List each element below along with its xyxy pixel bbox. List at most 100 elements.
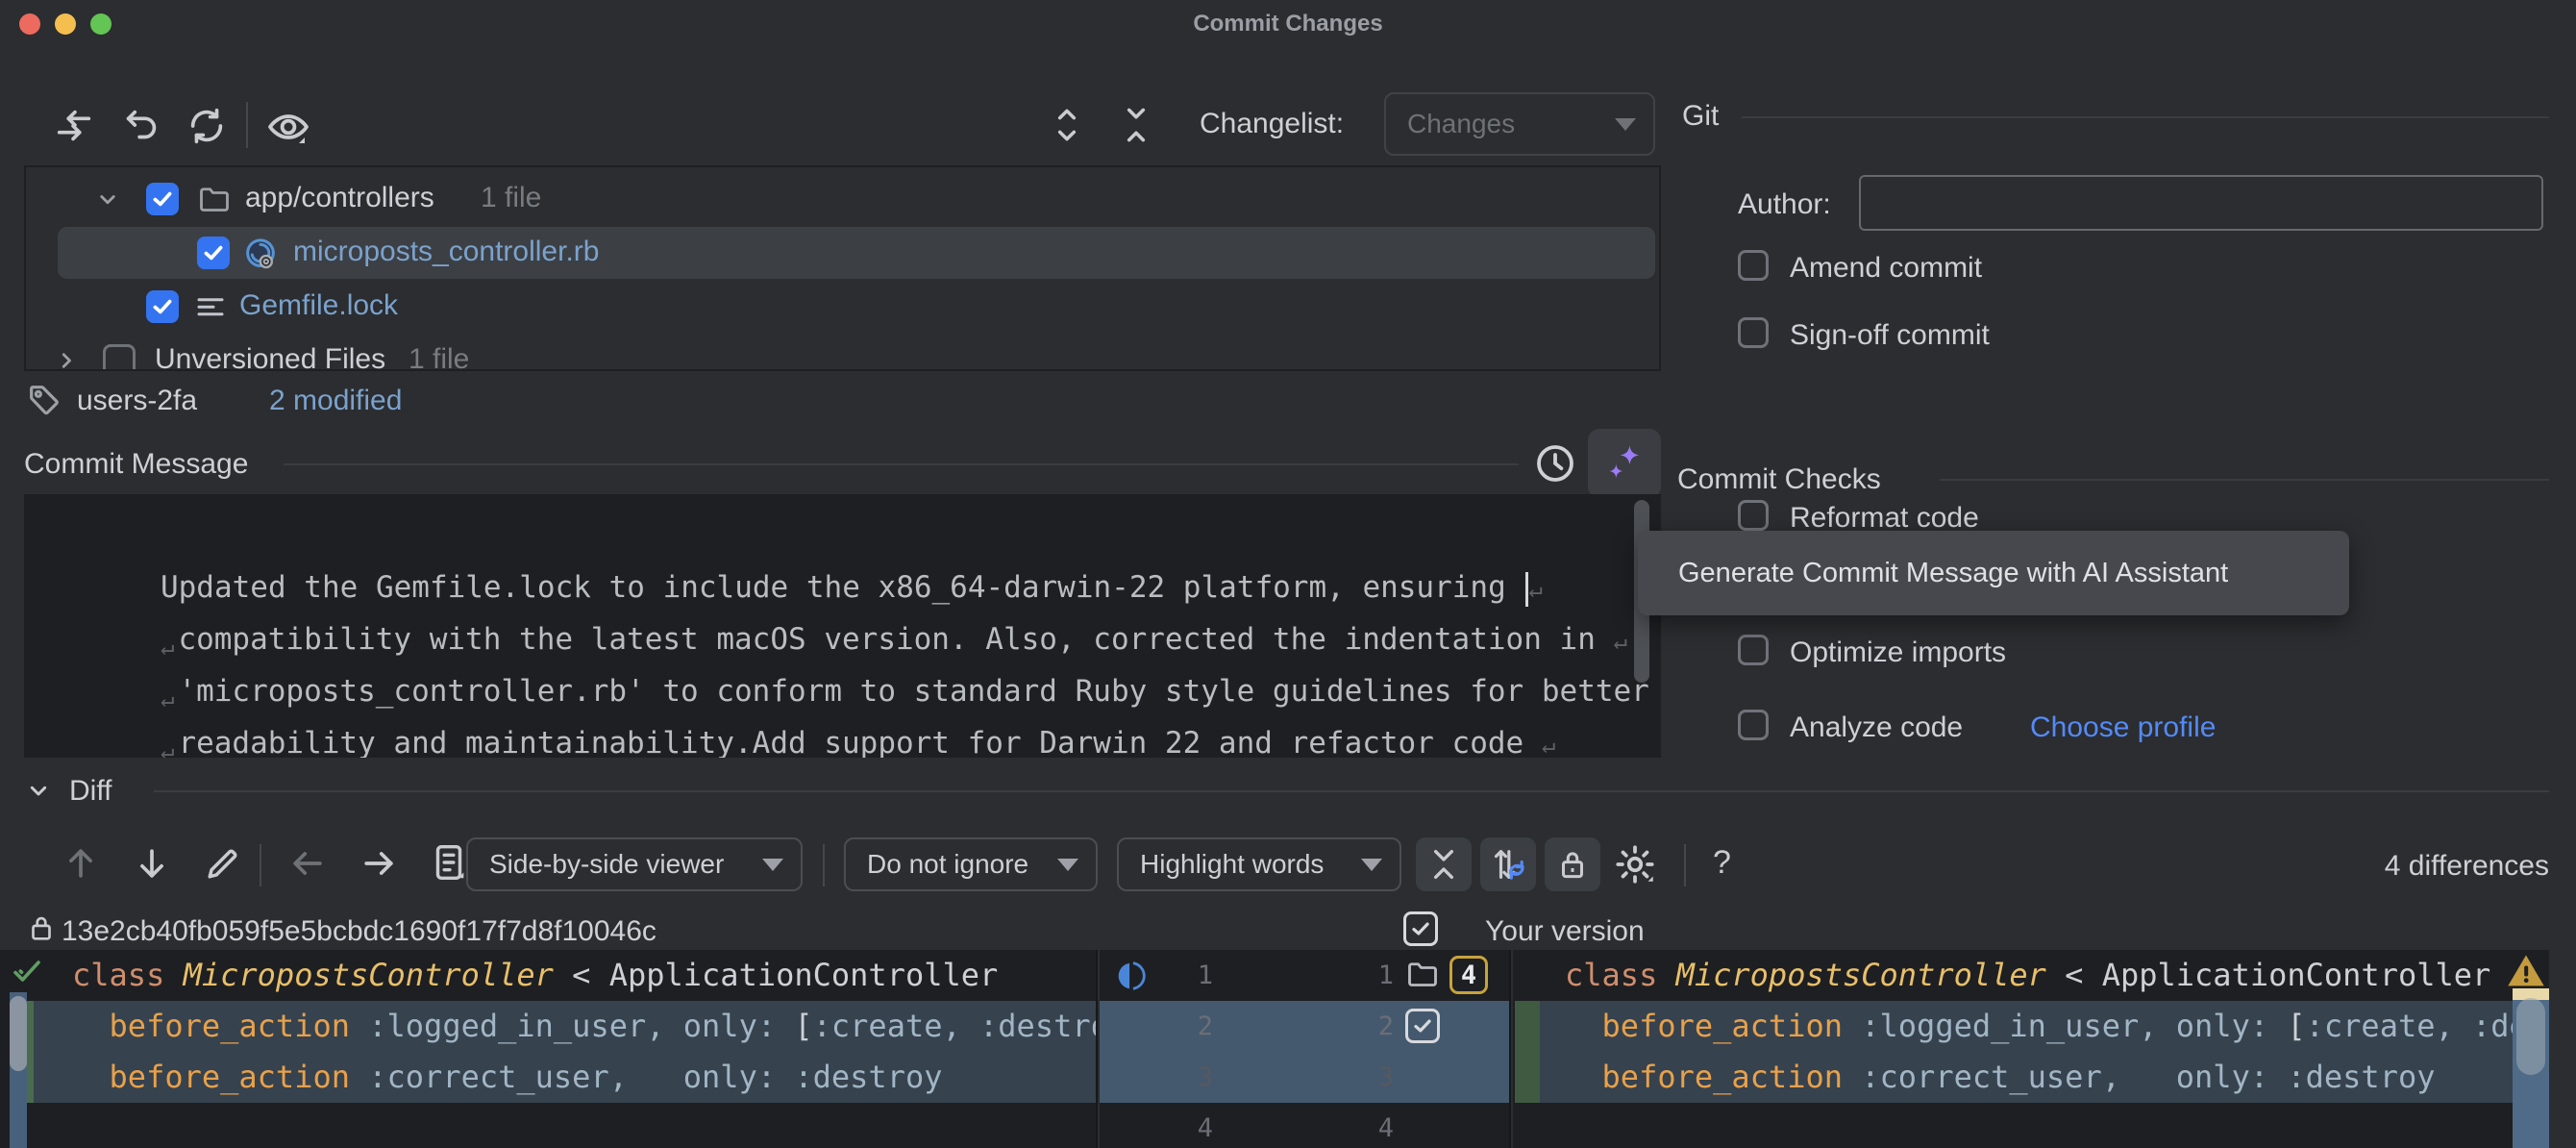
tree-file-count: 1 file [481,182,541,214]
refresh-icon[interactable] [185,104,229,153]
compare-next-file-icon[interactable] [358,842,400,889]
left-editor-scrollbar-thumb[interactable] [10,996,27,1071]
author-input[interactable] [1859,175,2543,231]
viewer-mode-dropdown[interactable]: Side-by-side viewer [466,837,803,891]
chunk-count-badge[interactable]: 4 [1449,956,1488,994]
commit-checks-title: Commit Checks [1677,463,1881,496]
line-number-right: 1 [1342,950,1394,1001]
line-number-right: 2 [1342,1001,1394,1052]
split-view-indicator-icon [1113,958,1150,999]
line-number-right: 3 [1342,1052,1394,1103]
highlight-mode-dropdown[interactable]: Highlight words [1117,837,1401,891]
optimize-imports-checkbox[interactable] [1738,635,1769,665]
chevron-down-icon [1057,859,1078,871]
commit-message-divider [284,463,1519,465]
tag-icon [25,381,63,424]
diff-right-editor[interactable]: class MicropostsController < Application… [1513,950,2549,1148]
ai-assistant-button[interactable] [1588,429,1661,498]
changelist-dropdown[interactable]: Changes [1384,92,1655,156]
tree-row-app-controllers[interactable]: app/controllers 1 file [26,173,1659,225]
diff-settings-gear-icon[interactable] [1611,840,1659,893]
code-lines-right: class MicropostsController < Application… [1565,950,2549,1148]
show-diff-icon[interactable] [52,104,96,153]
difftoolbar-separator [260,844,261,886]
rollback-icon[interactable] [119,104,163,153]
chevron-down-icon [1361,859,1382,871]
code-line: before_action :correct_user, only: :dest… [1565,1052,2549,1103]
window-title: Commit Changes [0,11,2576,37]
analyze-code-checkbox[interactable] [1738,710,1769,740]
reformat-code-checkbox[interactable] [1738,500,1769,531]
commit-message-editor[interactable]: Updated the Gemfile.lock to include the … [24,494,1661,758]
lock-icon [25,911,58,949]
line-number-right: 4 [1342,1103,1394,1148]
signoff-commit-checkbox[interactable] [1738,317,1769,348]
commit-history-icon[interactable] [1532,440,1578,491]
changelist-value: Changes [1407,109,1515,139]
view-options-icon[interactable] [265,104,311,155]
git-section-title: Git [1682,100,1719,133]
expand-all-icon[interactable] [1046,104,1088,151]
amend-commit-label: Amend commit [1790,252,1982,285]
inspections-ok-icon [10,954,44,993]
collapse-unchanged-button[interactable] [1416,837,1472,891]
checkbox-checked[interactable] [197,237,230,269]
ai-assistant-tooltip: Generate Commit Message with AI Assistan… [1638,531,2349,615]
ruby-file-icon [241,235,280,278]
compare-previous-file-icon[interactable] [286,842,329,889]
folder-icon [197,183,232,222]
tree-row-microposts-controller[interactable]: microposts_controller.rb [26,227,1659,279]
difftoolbar-separator [823,844,825,886]
next-difference-icon[interactable] [131,842,173,889]
whitespace-ignore-dropdown[interactable]: Do not ignore [844,837,1098,891]
code-line: class MicropostsController < Application… [72,950,1098,1001]
disable-editing-button[interactable] [1545,837,1600,891]
code-line [72,1103,1098,1148]
right-edge-strip [2549,950,2576,1148]
synchronize-scrolling-button[interactable] [1480,837,1536,891]
choose-profile-link[interactable]: Choose profile [2030,711,2216,744]
diff-left-editor[interactable]: class MicropostsController < Application… [0,950,1098,1148]
author-label: Author: [1738,188,1831,221]
line-number-left: 3 [1161,1052,1213,1103]
tree-file-count: 1 file [409,343,469,371]
branch-name: users-2fa [77,385,197,417]
your-version-checkbox[interactable] [1403,911,1438,946]
ai-sparkle-icon [1599,438,1649,488]
whitespace-ignore-value: Do not ignore [867,849,1028,880]
commit-message-line: ↵indentation [53,717,376,758]
modified-files-link[interactable]: 2 modified [269,385,402,417]
commit-checks-divider [1940,479,2549,481]
amend-commit-checkbox[interactable] [1738,250,1769,281]
line-number-left: 2 [1161,1001,1213,1052]
revision-hash: 13e2cb40fb059f5e5bcbdc1690f17f7d8f10046c [62,915,656,948]
jump-to-source-icon[interactable] [427,840,471,889]
include-chunk-checkbox[interactable] [1405,1009,1440,1043]
checkbox-checked[interactable] [146,290,179,323]
toolbar-separator [246,102,248,148]
collapse-all-icon[interactable] [1115,104,1157,151]
chevron-down-icon[interactable] [93,185,122,218]
checkbox-checked[interactable] [146,183,179,215]
commit-message-line: ↵'microposts_controller.rb' to conform t… [53,613,1661,665]
tree-row-unversioned-files[interactable]: Unversioned Files 1 file [26,335,1659,371]
diff-section-divider [154,790,2549,792]
change-gutter-stripe [27,1001,34,1103]
tree-label-directory: app/controllers [245,182,434,214]
checkbox-unchecked[interactable] [103,344,136,371]
line-number-left: 1 [1161,950,1213,1001]
diff-collapse-chevron-icon[interactable] [23,775,54,811]
signoff-commit-label: Sign-off commit [1790,319,1990,352]
chevron-right-icon[interactable] [53,346,82,371]
help-button[interactable]: ? [1713,844,1731,882]
code-lines-left: class MicropostsController < Application… [72,950,1098,1148]
commit-changes-dialog: Commit Changes Chang [0,0,2576,1148]
previous-difference-icon[interactable] [60,842,102,889]
tree-row-gemfile-lock[interactable]: Gemfile.lock [26,281,1659,333]
edit-source-icon[interactable] [202,842,244,889]
tree-label-file: microposts_controller.rb [293,236,599,268]
changes-tree-panel: app/controllers 1 file microposts_contro… [24,165,1661,371]
folder-chunk-icon[interactable] [1405,958,1440,997]
titlebar: Commit Changes [0,0,2576,48]
right-editor-scrollbar-thumb[interactable] [2516,998,2545,1075]
